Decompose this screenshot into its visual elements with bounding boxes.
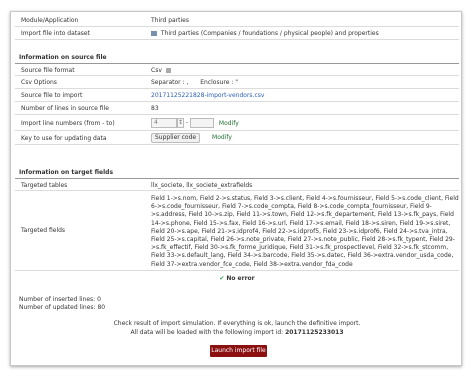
- csv-options-row: Csv Options Separator : , Enclosure : ": [15, 76, 459, 89]
- csv-file-icon: [165, 68, 171, 73]
- to-line-input[interactable]: [190, 118, 214, 128]
- result-status: ✔ No error: [11, 275, 463, 282]
- check-icon: ✔: [219, 275, 225, 282]
- import-lines-row: Import line numbers (from - to) 4 ↕ - Mod…: [15, 115, 459, 131]
- dataset-label: Import file into dataset: [21, 30, 90, 37]
- lines-count-label: Number of lines in source file: [21, 105, 109, 112]
- target-tables-label: Targeted tables: [21, 182, 68, 189]
- csv-options-wrap: Separator : , Enclosure : ": [151, 79, 238, 86]
- dataset-value-wrap: Third parties (Companies / foundations /…: [151, 30, 379, 37]
- import-lines-label: Import line numbers (from - to): [21, 120, 115, 127]
- csv-options-label: Csv Options: [21, 79, 57, 86]
- source-file-link[interactable]: 20171125221828-import-vendors.csv: [151, 92, 264, 99]
- import-lines-wrap: 4 ↕ - Modify: [151, 118, 239, 128]
- target-tables-value: llx_societe, llx_societe_extrafields: [151, 182, 253, 189]
- updated-lines: Number of updated lines: 80: [19, 304, 106, 311]
- module-label: Module/Application: [21, 17, 79, 24]
- target-fields-label: Targeted fields: [21, 227, 66, 234]
- import-id-prefix: All data will be loaded with the followi…: [130, 329, 286, 336]
- inserted-lines: Number of inserted lines: 0: [19, 296, 101, 303]
- update-key-label: Key to use for updating data: [21, 135, 107, 142]
- import-panel: Module/Application Third parties Import …: [10, 11, 462, 366]
- simulation-message: Check result of import simulation. If ev…: [113, 320, 361, 327]
- source-section-title: Information on source file: [15, 54, 459, 64]
- import-id-message: All data will be loaded with the followi…: [11, 329, 463, 336]
- module-row: Module/Application Third parties: [15, 15, 459, 27]
- company-icon: [151, 31, 157, 36]
- launch-import-button[interactable]: Launch import file: [210, 345, 267, 357]
- module-value: Third parties: [151, 17, 190, 24]
- source-format-wrap: Csv: [151, 67, 171, 74]
- update-key-wrap: Supplier code Modify: [151, 133, 232, 143]
- dataset-value: Third parties (Companies / foundations /…: [160, 30, 379, 37]
- source-file-label: Source file to import: [21, 92, 83, 99]
- import-id: 20171125233013: [285, 329, 344, 336]
- lines-count-row: Number of lines in source file 83: [15, 102, 459, 115]
- no-error-text: No error: [226, 275, 255, 282]
- source-format-value: Csv: [151, 67, 162, 74]
- from-line-stepper[interactable]: ↕: [177, 118, 184, 128]
- modify-key-link[interactable]: Modify: [212, 134, 232, 141]
- source-format-row: Source file format Csv: [15, 64, 459, 76]
- enclosure-text: Enclosure : ": [200, 79, 238, 86]
- lines-count-value: 83: [151, 105, 159, 112]
- update-key-row: Key to use for updating data Supplier co…: [15, 131, 459, 145]
- target-fields-value: Field 1->s.nom, Field 2->s.status, Field…: [151, 195, 459, 268]
- from-line-input[interactable]: 4: [151, 118, 177, 128]
- supplier-code-button[interactable]: Supplier code: [151, 133, 201, 143]
- modify-lines-link[interactable]: Modify: [219, 120, 239, 127]
- separator-text: Separator : ,: [151, 79, 189, 86]
- target-section-title: Information on target fields: [15, 169, 459, 179]
- source-format-label: Source file format: [21, 67, 75, 74]
- dataset-row: Import file into dataset Third parties (…: [15, 27, 459, 40]
- source-file-row: Source file to import 20171125221828-imp…: [15, 89, 459, 102]
- target-tables-row: Targeted tables llx_societe, llx_societe…: [15, 179, 459, 191]
- target-fields-row: Targeted fields Field 1->s.nom, Field 2-…: [15, 192, 459, 271]
